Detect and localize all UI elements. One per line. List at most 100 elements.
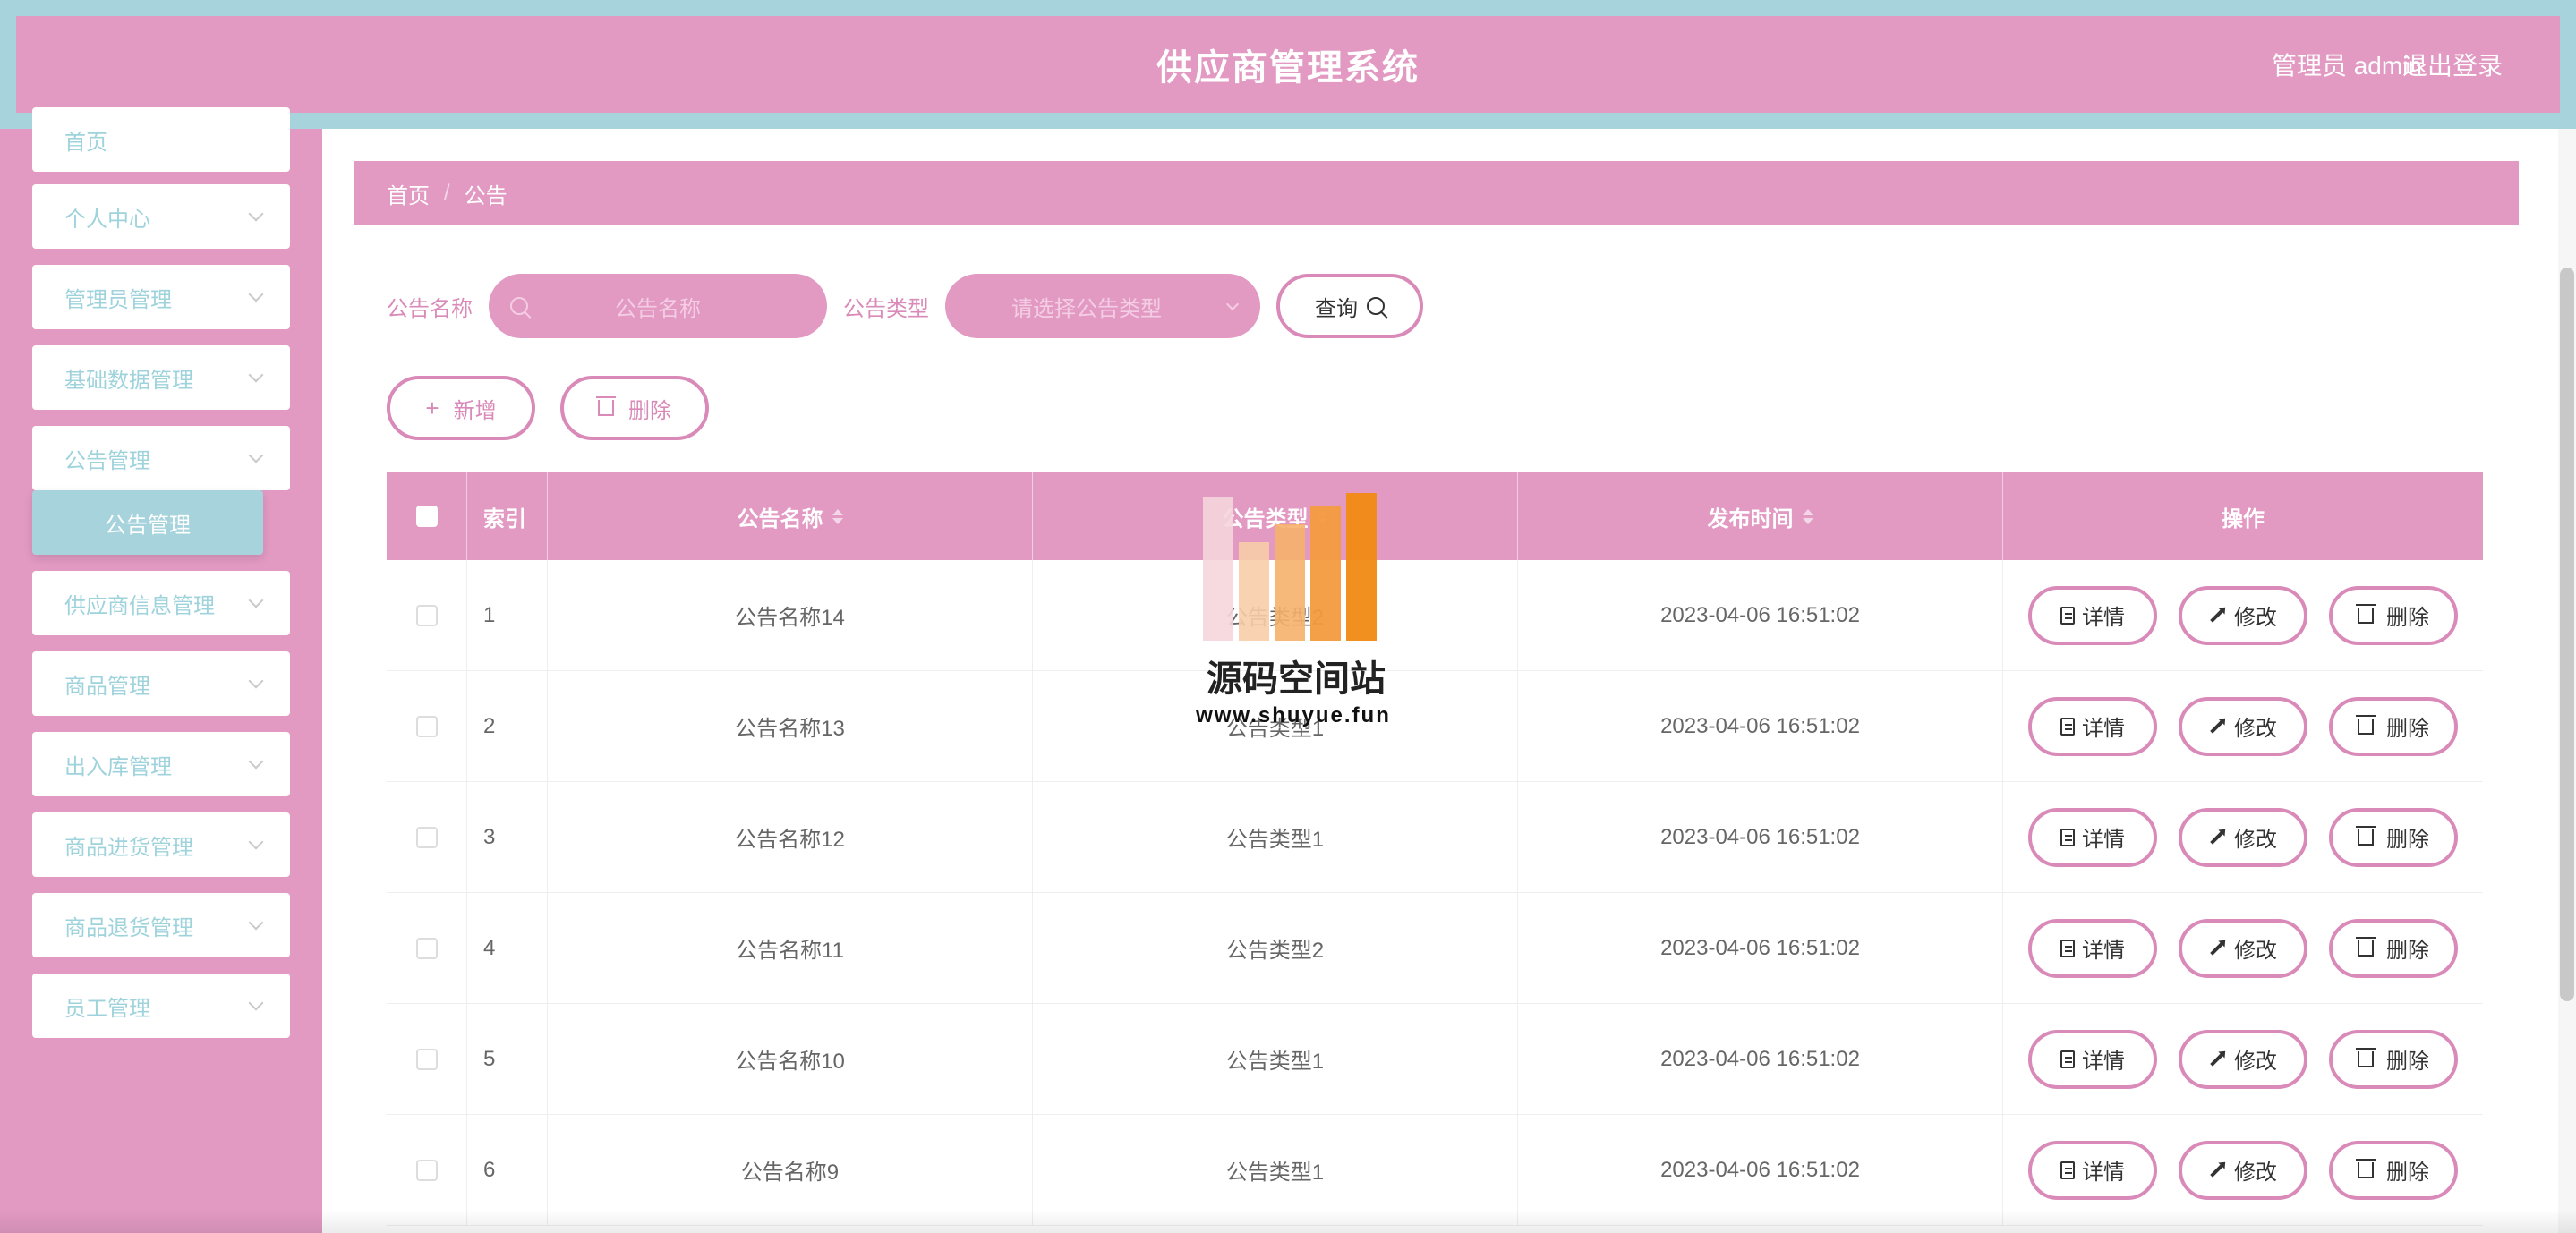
detail-button[interactable]: 详情 <box>2028 585 2157 645</box>
chevron-down-icon <box>248 914 264 931</box>
sidebar-subitem-notice-management[interactable]: 公告管理 <box>32 490 263 555</box>
sidebar-item-label: 商品进货管理 <box>64 835 193 860</box>
table-body: 1 公告名称14 公告类型2 2023-04-06 16:51:02 详情 修改… <box>387 560 2483 1226</box>
delete-button[interactable]: 删除 <box>2329 1029 2458 1089</box>
sidebar-item-label: 基础数据管理 <box>64 368 193 393</box>
delete-button[interactable]: 删除 <box>2329 1140 2458 1200</box>
cell-index: 3 <box>467 782 548 892</box>
delete-button[interactable]: 删除 <box>2329 807 2458 867</box>
notice-type-label: 公告类型 <box>843 296 929 321</box>
row-checkbox[interactable] <box>415 1159 438 1181</box>
document-icon <box>2060 606 2075 625</box>
add-button-label: 新增 <box>453 398 497 423</box>
sidebar-item-home[interactable]: 首页 <box>32 107 290 172</box>
sidebar-item-stock-in-out[interactable]: 出入库管理 <box>32 732 290 796</box>
cell-ops: 详情 修改 删除 <box>2003 782 2483 892</box>
scrollbar-thumb[interactable] <box>2560 268 2574 1001</box>
cell-name: 公告名称14 <box>548 560 1033 670</box>
edit-button[interactable]: 修改 <box>2179 1029 2307 1089</box>
chevron-down-icon <box>248 834 264 850</box>
sidebar-item-basic-data[interactable]: 基础数据管理 <box>32 345 290 410</box>
cell-index: 4 <box>467 893 548 1003</box>
edit-icon <box>2210 719 2224 734</box>
search-button[interactable]: 查询 <box>1276 274 1423 338</box>
sidebar-item-label: 供应商信息管理 <box>64 593 215 618</box>
add-button[interactable]: + 新增 <box>387 376 535 440</box>
row-checkbox[interactable] <box>415 937 438 959</box>
edit-button[interactable]: 修改 <box>2179 918 2307 978</box>
row-checkbox-cell <box>387 782 467 892</box>
delete-button[interactable]: 删除 <box>2329 696 2458 756</box>
cell-type: 公告类型2 <box>1033 893 1518 1003</box>
detail-button[interactable]: 详情 <box>2028 696 2157 756</box>
breadcrumb-home[interactable]: 首页 <box>387 178 430 209</box>
edit-button[interactable]: 修改 <box>2179 807 2307 867</box>
sort-icon[interactable] <box>1317 508 1328 524</box>
breadcrumb: 首页 / 公告 <box>354 161 2519 225</box>
edit-label: 修改 <box>2234 1050 2277 1074</box>
document-icon <box>2060 1161 2075 1179</box>
edit-button[interactable]: 修改 <box>2179 696 2307 756</box>
select-all-checkbox[interactable] <box>415 506 438 527</box>
sidebar-item-purchase[interactable]: 商品进货管理 <box>32 812 290 877</box>
document-icon <box>2060 828 2075 846</box>
notice-type-select[interactable]: 请选择公告类型 <box>945 274 1260 338</box>
cell-type: 公告类型1 <box>1033 1004 1518 1114</box>
edit-button[interactable]: 修改 <box>2179 1140 2307 1200</box>
row-checkbox[interactable] <box>415 1048 438 1070</box>
edit-icon <box>2210 608 2224 623</box>
sidebar-item-supplier-info[interactable]: 供应商信息管理 <box>32 571 290 635</box>
vertical-scrollbar[interactable] <box>2558 129 2576 1233</box>
cell-index: 2 <box>467 671 548 781</box>
detail-label: 详情 <box>2082 1050 2125 1074</box>
sidebar-item-profile[interactable]: 个人中心 <box>32 184 290 249</box>
header-time[interactable]: 发布时间 <box>1518 472 2003 560</box>
sidebar-subitem-label: 公告管理 <box>105 513 191 538</box>
row-checkbox-cell <box>387 560 467 670</box>
sort-icon[interactable] <box>832 508 843 524</box>
sidebar-item-employee-management[interactable]: 员工管理 <box>32 974 290 1038</box>
detail-label: 详情 <box>2082 1161 2125 1185</box>
chevron-down-icon <box>248 206 264 222</box>
detail-label: 详情 <box>2082 717 2125 741</box>
detail-button[interactable]: 详情 <box>2028 1029 2157 1089</box>
detail-button[interactable]: 详情 <box>2028 918 2157 978</box>
delete-button[interactable]: 删除 <box>2329 585 2458 645</box>
edit-button[interactable]: 修改 <box>2179 585 2307 645</box>
chevron-down-icon <box>248 367 264 383</box>
trash-icon <box>2356 936 2376 957</box>
sidebar-item-returns[interactable]: 商品退货管理 <box>32 893 290 957</box>
row-checkbox[interactable] <box>415 715 438 737</box>
cell-ops: 详情 修改 删除 <box>2003 893 2483 1003</box>
row-checkbox-cell <box>387 893 467 1003</box>
breadcrumb-current: 公告 <box>464 183 508 208</box>
main-content: 首页 / 公告 公告名称 公告名称 公告类型 请选择公告类型 查询 + 新增 删… <box>322 129 2576 1233</box>
sidebar-item-product-management[interactable]: 商品管理 <box>32 651 290 716</box>
trash-icon <box>596 396 616 416</box>
header-type-label: 公告类型 <box>1222 506 1309 531</box>
detail-button[interactable]: 详情 <box>2028 1140 2157 1200</box>
sidebar-item-label: 出入库管理 <box>64 754 172 779</box>
breadcrumb-separator: / <box>444 181 450 205</box>
delete-label: 删除 <box>2386 939 2429 963</box>
sort-icon[interactable] <box>1802 508 1813 524</box>
cell-time: 2023-04-06 16:51:02 <box>1518 782 2003 892</box>
row-checkbox[interactable] <box>415 604 438 626</box>
sidebar-item-notice-management[interactable]: 公告管理 <box>32 426 290 490</box>
filters: 公告名称 公告名称 公告类型 请选择公告类型 查询 <box>387 274 1423 338</box>
bulk-delete-button[interactable]: 删除 <box>560 376 709 440</box>
notice-table: 索引 公告名称 公告类型 发布时间 操作 1 公告名称14 公告类型2 2023… <box>387 472 2483 1226</box>
delete-button[interactable]: 删除 <box>2329 918 2458 978</box>
edit-label: 修改 <box>2234 606 2277 630</box>
detail-button[interactable]: 详情 <box>2028 807 2157 867</box>
notice-name-input[interactable]: 公告名称 <box>489 274 827 338</box>
logout-link[interactable]: 退出登录 <box>2402 16 2503 113</box>
notice-name-label: 公告名称 <box>387 296 473 321</box>
cell-type: 公告类型1 <box>1033 782 1518 892</box>
row-checkbox[interactable] <box>415 826 438 848</box>
sidebar-item-admin-management[interactable]: 管理员管理 <box>32 265 290 329</box>
select-all-cell <box>387 472 467 560</box>
header-type[interactable]: 公告类型 <box>1033 472 1518 560</box>
sidebar-item-label: 公告管理 <box>64 448 150 473</box>
header-name[interactable]: 公告名称 <box>548 472 1033 560</box>
